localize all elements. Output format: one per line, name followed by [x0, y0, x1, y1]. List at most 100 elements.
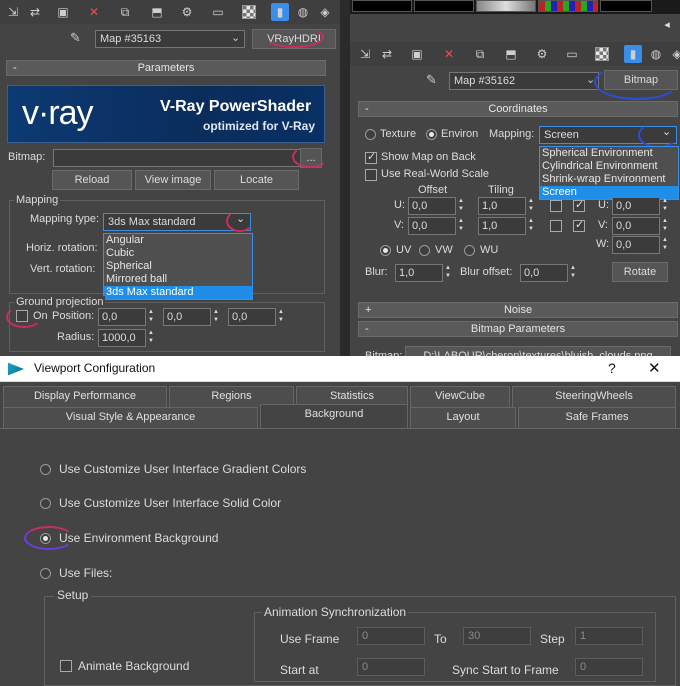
tiling-u-spinner[interactable]: 1,0 ▲ ▼ — [478, 197, 536, 215]
vw-radio[interactable] — [419, 245, 430, 256]
spinner-arrows-icon[interactable]: ▲ ▼ — [211, 308, 221, 326]
tab-steeringwheels[interactable]: SteeringWheels — [512, 386, 676, 407]
show-end-result-icon[interactable] — [240, 3, 258, 21]
mirror-u-checkbox[interactable] — [550, 200, 562, 212]
solid-color-radio[interactable] — [40, 498, 51, 509]
dropdown-option[interactable]: Angular — [104, 234, 252, 247]
uv-radio[interactable] — [380, 245, 391, 256]
texture-radio[interactable] — [365, 129, 376, 140]
parameters-rollout-header[interactable]: - Parameters — [6, 60, 326, 76]
position-z-spinner[interactable]: 0,0 ▲ ▼ — [228, 308, 286, 326]
bitmap-parameters-rollout-header[interactable]: - Bitmap Parameters — [358, 321, 678, 337]
tab-visual-style[interactable]: Visual Style & Appearance — [3, 407, 258, 428]
spinner-arrows-icon[interactable]: ▲ ▼ — [146, 329, 156, 347]
show-map-on-back-checkbox[interactable] — [365, 150, 377, 164]
spinner-arrows-icon[interactable]: ▲ ▼ — [526, 197, 536, 215]
tiling-v-spinner[interactable]: 1,0 ▲ ▼ — [478, 217, 536, 235]
tab-safe-frames[interactable]: Safe Frames — [518, 407, 676, 428]
close-button[interactable]: ✕ — [648, 359, 661, 377]
spinner-arrows-icon[interactable]: ▲ ▼ — [146, 308, 156, 326]
go-forward-icon[interactable]: ◍ — [294, 3, 312, 21]
dropdown-option[interactable]: Spherical Environment — [540, 147, 678, 160]
angle-v-spinner[interactable]: 0,0 ▲ ▼ — [612, 217, 670, 235]
environ-radio[interactable] — [426, 129, 437, 140]
animate-background-checkbox[interactable] — [60, 660, 72, 672]
spinner-arrows-icon[interactable]: ▲ ▼ — [456, 217, 466, 235]
spinner-arrows-icon[interactable]: ▲ ▼ — [660, 197, 670, 215]
spinner-arrows-icon[interactable]: ▲ ▼ — [456, 197, 466, 215]
go-forward-icon[interactable]: ◍ — [647, 45, 665, 63]
help-button[interactable]: ? — [608, 360, 616, 376]
eyedropper-icon[interactable]: ✎ — [426, 72, 437, 88]
make-unique-icon[interactable]: ⧉ — [471, 45, 489, 63]
offset-v-spinner[interactable]: 0,0 ▲ ▼ — [408, 217, 466, 235]
radius-spinner[interactable]: 1000,0 ▲ ▼ — [98, 329, 156, 347]
dropdown-option[interactable]: Spherical — [104, 260, 252, 273]
start-at-input[interactable]: 0 — [357, 658, 425, 676]
assign-material-icon[interactable]: ⇄ — [26, 3, 44, 21]
get-material-icon[interactable]: ⇲ — [356, 45, 374, 63]
dropdown-option[interactable]: Cubic — [104, 247, 252, 260]
tile-u-checkbox[interactable] — [573, 198, 585, 212]
dialog-title-bar[interactable]: Viewport Configuration ? ✕ — [0, 356, 680, 382]
spinner-arrows-icon[interactable]: ▲ ▼ — [660, 236, 670, 254]
angle-w-spinner[interactable]: 0,0 ▲ ▼ — [612, 236, 670, 254]
eyedropper-icon[interactable]: ✎ — [70, 30, 81, 46]
wu-radio[interactable] — [464, 245, 475, 256]
mapping-dropdown[interactable]: Spherical Environment Cylindrical Environ… — [539, 146, 679, 200]
material-id-icon[interactable]: ⚙ — [178, 3, 196, 21]
mirror-v-checkbox[interactable] — [550, 220, 562, 232]
reset-map-icon[interactable]: ▣ — [54, 3, 72, 21]
spinner-arrows-icon[interactable]: ▲ ▼ — [443, 264, 453, 282]
delete-icon[interactable]: ✕ — [85, 3, 103, 21]
put-to-library-icon[interactable]: ⬒ — [502, 45, 520, 63]
go-to-parent-icon[interactable]: ▮ — [271, 3, 289, 21]
dropdown-option[interactable]: 3ds Max standard — [104, 286, 252, 299]
dropdown-option[interactable]: Cylindrical Environment — [540, 160, 678, 173]
locate-button[interactable]: Locate — [214, 170, 299, 190]
spinner-arrows-icon[interactable]: ▲ ▼ — [276, 308, 286, 326]
tab-viewcube[interactable]: ViewCube — [410, 386, 510, 407]
angle-u-spinner[interactable]: 0,0 ▲ ▼ — [612, 197, 670, 215]
material-id-icon[interactable]: ⚙ — [533, 45, 551, 63]
get-material-icon[interactable]: ⇲ — [4, 3, 22, 21]
sample-slot[interactable] — [414, 0, 474, 12]
rotate-button[interactable]: Rotate — [612, 262, 668, 282]
use-files-radio[interactable] — [40, 568, 51, 579]
chevron-down-icon[interactable]: ⌄ — [231, 31, 240, 44]
map-name-field[interactable]: Map #35162 — [449, 72, 599, 90]
show-map-icon[interactable]: ▭ — [563, 45, 581, 63]
sync-start-input[interactable]: 0 — [575, 658, 643, 676]
make-unique-icon[interactable]: ⧉ — [116, 3, 134, 21]
tab-display-performance[interactable]: Display Performance — [3, 386, 167, 407]
map-name-field[interactable]: Map #35163 — [95, 30, 245, 48]
tab-layout[interactable]: Layout — [410, 407, 516, 428]
put-to-library-icon[interactable]: ⬒ — [148, 3, 166, 21]
dropdown-option[interactable]: Shrink-wrap Environment — [540, 173, 678, 186]
position-y-spinner[interactable]: 0,0 ▲ ▼ — [163, 308, 221, 326]
sample-slot[interactable] — [600, 0, 652, 12]
position-x-spinner[interactable]: 0,0 ▲ ▼ — [98, 308, 156, 326]
dropdown-option[interactable]: Mirrored ball — [104, 273, 252, 286]
offset-u-spinner[interactable]: 0,0 ▲ ▼ — [408, 197, 466, 215]
show-map-icon[interactable]: ▭ — [209, 3, 227, 21]
spinner-arrows-icon[interactable]: ▲ ▼ — [526, 217, 536, 235]
to-input[interactable]: 30 — [463, 627, 531, 645]
delete-icon[interactable]: ✕ — [440, 45, 458, 63]
tile-v-checkbox[interactable] — [573, 218, 585, 232]
background-icon[interactable]: ◈ — [316, 3, 334, 21]
reload-button[interactable]: Reload — [52, 170, 132, 190]
mapping-type-dropdown[interactable]: Angular Cubic Spherical Mirrored ball 3ds Ma… — [103, 233, 253, 300]
bitmap-path-field[interactable] — [53, 149, 303, 167]
coordinates-rollout-header[interactable]: - Coordinates — [358, 101, 678, 117]
blur-spinner[interactable]: 1,0 ▲ ▼ — [395, 264, 453, 282]
show-end-result-icon[interactable] — [593, 45, 611, 63]
sample-slot[interactable] — [476, 0, 536, 12]
spinner-arrows-icon[interactable]: ▲ ▼ — [568, 264, 578, 282]
background-icon[interactable]: ◈ — [668, 45, 680, 63]
assign-material-icon[interactable]: ⇄ — [378, 45, 396, 63]
spinner-arrows-icon[interactable]: ▲ ▼ — [660, 217, 670, 235]
noise-rollout-header[interactable]: + Noise — [358, 302, 678, 318]
use-frame-input[interactable]: 0 — [357, 627, 425, 645]
gradient-colors-radio[interactable] — [40, 464, 51, 475]
